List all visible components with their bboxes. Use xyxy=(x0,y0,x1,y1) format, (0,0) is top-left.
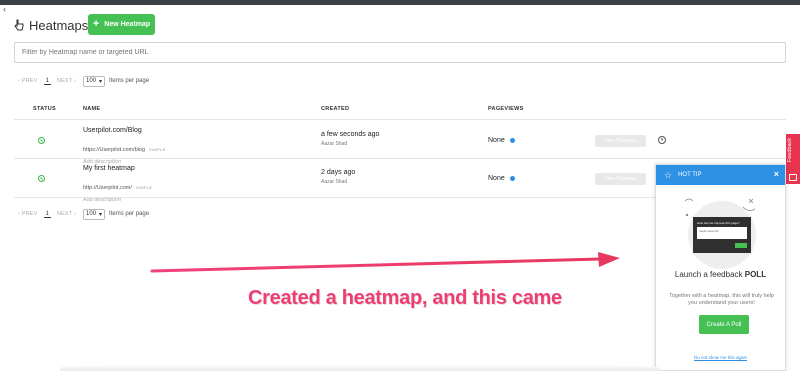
pageviews-value: None xyxy=(488,175,505,182)
do-not-show-link[interactable]: Do not show me this again xyxy=(656,355,785,360)
pageviews-cell: None xyxy=(488,137,515,144)
plus-icon: + xyxy=(92,18,100,30)
page-size-select[interactable]: 100 ▾ xyxy=(83,208,106,220)
heatmap-url: http://Userpilot.com/ xyxy=(83,185,132,191)
current-page[interactable]: 1 xyxy=(43,78,51,85)
page-title: Heatmaps xyxy=(29,17,89,33)
row-menu-icon[interactable]: ▾ xyxy=(658,136,666,144)
pointer-hand-icon xyxy=(14,19,24,31)
new-heatmap-button[interactable]: + New Heatmap xyxy=(88,14,155,35)
annotation-text: Created a heatmap, and this came xyxy=(248,287,562,309)
hot-tip-title-bold: POLL xyxy=(744,270,767,279)
current-page[interactable]: 1 xyxy=(43,211,51,218)
column-header-status[interactable]: STATUS xyxy=(33,106,56,112)
top-bar xyxy=(0,0,800,5)
prev-page-link[interactable]: ‹ PREV xyxy=(18,211,38,217)
status-active-icon[interactable] xyxy=(38,137,45,144)
illustration-question: How can we improve this page? xyxy=(697,221,740,225)
view-heatmap-button[interactable]: View Heatmap xyxy=(595,135,646,147)
created-author: Aazar Shad xyxy=(321,179,348,185)
pageviews-value: None xyxy=(488,137,505,144)
column-header-name[interactable]: NAME xyxy=(83,106,100,112)
header-divider xyxy=(14,119,786,120)
status-active-icon[interactable] xyxy=(38,175,45,182)
new-heatmap-label: New Heatmap xyxy=(104,21,151,28)
pagination-top: ‹ PREV 1 NEXT › 100 ▾ Items per page xyxy=(18,75,149,87)
created-author: Aazar Shad xyxy=(321,141,348,147)
page-size-select[interactable]: 100 ▾ xyxy=(83,75,106,87)
created-time: 2 days ago xyxy=(321,169,356,176)
star-icon: ☆ xyxy=(664,169,673,180)
items-per-page-label: Items per page xyxy=(109,78,150,84)
hot-tip-text: Together with a heatmap, this will truly… xyxy=(669,293,774,307)
feedback-tab[interactable]: Feedback xyxy=(786,134,800,184)
view-heatmap-button[interactable]: View Heatmap xyxy=(595,173,646,185)
heatmap-name[interactable]: My first heatmap xyxy=(83,165,152,172)
info-icon[interactable] xyxy=(509,138,515,143)
select-caret-icon: ▾ xyxy=(99,211,103,218)
search-input[interactable] xyxy=(14,42,786,63)
match-type-tag: SIMPLE xyxy=(149,147,166,152)
info-icon[interactable] xyxy=(509,176,515,181)
hot-tip-title-prefix: Launch a feedback xyxy=(674,270,745,279)
column-header-pageviews[interactable]: PAGEVIEWS xyxy=(488,106,524,112)
feedback-tab-label: Feedback xyxy=(787,138,793,163)
column-header-created[interactable]: CREATED xyxy=(321,106,349,112)
pagination-bottom: ‹ PREV 1 NEXT › 100 ▾ Items per page xyxy=(18,208,149,220)
next-page-link[interactable]: NEXT › xyxy=(57,78,76,84)
close-icon[interactable]: × xyxy=(774,169,779,179)
select-caret-icon: ▾ xyxy=(99,78,103,85)
poll-illustration: How can we improve this page? Usually sw… xyxy=(684,198,756,269)
match-type-tag: SIMPLE xyxy=(135,185,153,190)
back-arrow-icon[interactable]: ‹ xyxy=(3,4,6,14)
items-per-page-label: Items per page xyxy=(109,211,150,217)
page-header: Heatmaps xyxy=(14,14,88,36)
created-time: a few seconds ago xyxy=(321,131,380,138)
bottom-shadow xyxy=(60,364,660,371)
hot-tip-title: Launch a feedback POLL xyxy=(656,270,785,279)
hot-tip-header: ☆ HOT TIP × xyxy=(656,165,785,185)
hot-tip-panel: ☆ HOT TIP × How can we improve this page… xyxy=(655,164,786,371)
row-divider xyxy=(14,158,786,159)
page-size-value: 100 xyxy=(86,211,97,217)
page-size-value: 100 xyxy=(86,78,97,84)
illustration-answer: Usually sweet this! xyxy=(699,230,719,233)
heatmap-name[interactable]: Userpilot.com/Blog xyxy=(83,127,166,134)
hot-tip-label: HOT TIP xyxy=(678,172,702,178)
create-poll-button[interactable]: Create A Poll xyxy=(699,315,749,334)
pageviews-cell: None xyxy=(488,175,515,182)
prev-page-link[interactable]: ‹ PREV xyxy=(18,78,38,84)
feedback-icon xyxy=(789,174,797,181)
heatmap-url: https://Userpilot.com/blog xyxy=(83,147,146,153)
next-page-link[interactable]: NEXT › xyxy=(57,211,76,217)
